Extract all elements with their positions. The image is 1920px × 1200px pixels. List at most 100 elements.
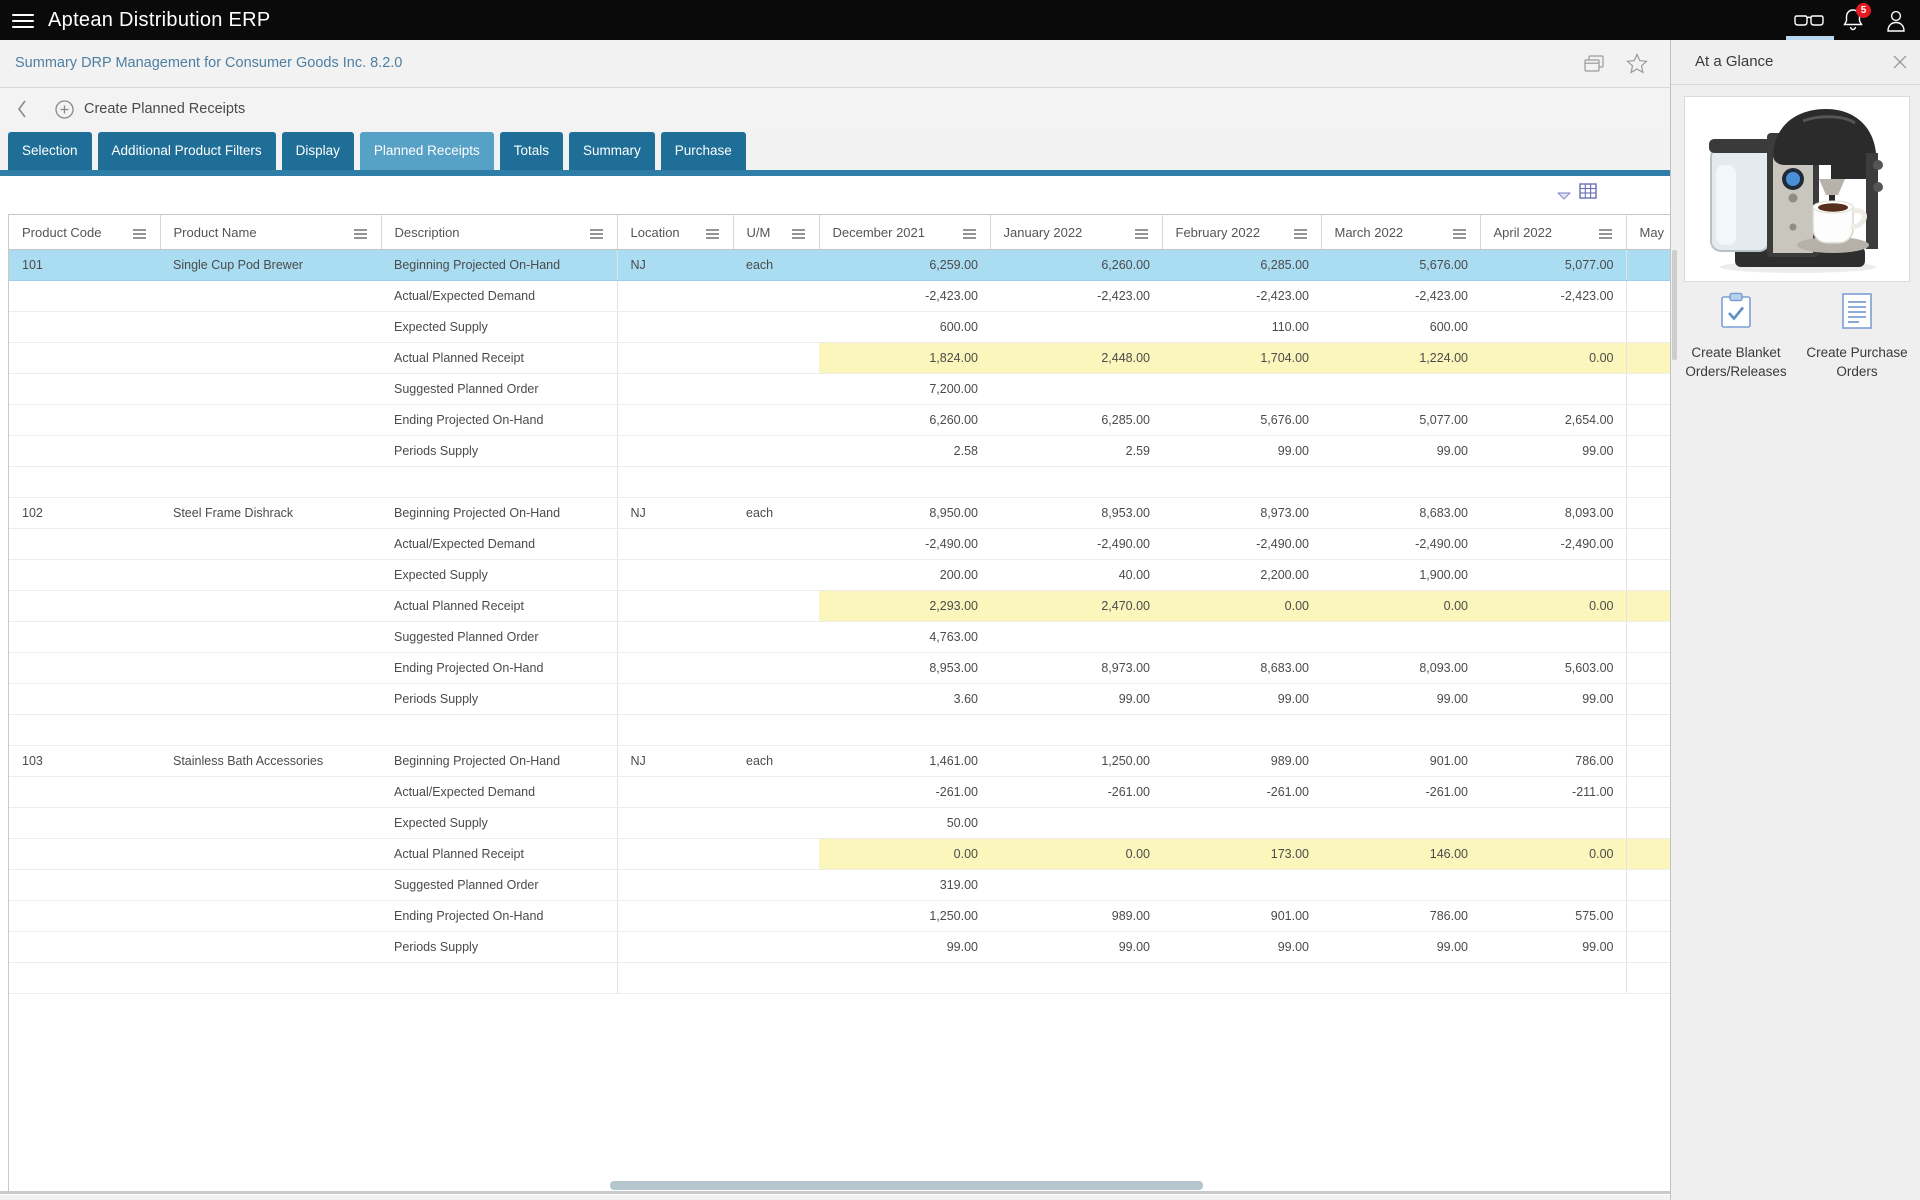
horizontal-scrollbar-track[interactable] bbox=[0, 1191, 1670, 1194]
cell-month-value: 600.00 bbox=[819, 311, 990, 343]
table-row[interactable]: Ending Projected On-Hand 1,250.00 989.00 90… bbox=[9, 900, 1670, 932]
cell-month-value bbox=[1480, 869, 1626, 901]
table-row[interactable]: Periods Supply 3.60 99.00 99.00 99.00 99.00 bbox=[9, 683, 1670, 715]
tab-additional-product-filters[interactable]: Additional Product Filters bbox=[97, 132, 276, 170]
cell-month-value: 99.00 bbox=[1480, 931, 1626, 963]
table-row[interactable]: Ending Projected On-Hand 6,260.00 6,285.00… bbox=[9, 404, 1670, 436]
tab-summary[interactable]: Summary bbox=[569, 132, 655, 170]
column-header-product-name[interactable]: Product Name bbox=[160, 214, 382, 250]
column-chooser-icon[interactable] bbox=[1579, 183, 1597, 204]
favorite-star-icon[interactable] bbox=[1626, 53, 1648, 79]
back-chevron-icon[interactable] bbox=[16, 99, 28, 124]
cell-description: Periods Supply bbox=[381, 931, 618, 963]
close-icon[interactable] bbox=[1892, 54, 1908, 75]
table-row[interactable]: Actual/Expected Demand -261.00 -261.00 -261… bbox=[9, 776, 1670, 808]
cell-month-value: -2,490.00 bbox=[1321, 528, 1480, 560]
table-row[interactable]: Expected Supply 50.00 bbox=[9, 807, 1670, 839]
table-row[interactable]: Expected Supply 200.00 40.00 2,200.00 1,900.… bbox=[9, 559, 1670, 591]
table-row[interactable]: 101 Single Cup Pod Brewer Beginning Projec… bbox=[9, 249, 1670, 281]
cell-empty bbox=[819, 466, 990, 498]
table-row[interactable]: Suggested Planned Order 319.00 bbox=[9, 869, 1670, 901]
column-header-december-2021[interactable]: December 2021 bbox=[819, 214, 991, 250]
table-row[interactable]: Suggested Planned Order 7,200.00 bbox=[9, 373, 1670, 405]
cell-product-name bbox=[160, 435, 381, 467]
cell-month-value: -261.00 bbox=[990, 776, 1162, 808]
create-purchase-orders-button[interactable]: Create Purchase Orders bbox=[1799, 292, 1915, 381]
table-row[interactable]: Actual/Expected Demand -2,490.00 -2,490.00… bbox=[9, 528, 1670, 560]
column-menu-icon[interactable] bbox=[132, 227, 146, 242]
collapse-chevron-icon[interactable] bbox=[1556, 188, 1572, 206]
page-title-link[interactable]: Summary DRP Management for Consumer Good… bbox=[15, 40, 402, 87]
table-row[interactable]: Periods Supply 2.58 2.59 99.00 99.00 99.00 bbox=[9, 435, 1670, 467]
glasses-icon[interactable] bbox=[1794, 13, 1824, 34]
horizontal-scrollbar-thumb[interactable] bbox=[610, 1181, 1203, 1190]
table-row[interactable]: 103 Stainless Bath Accessories Beginning P… bbox=[9, 745, 1670, 777]
cell-description: Suggested Planned Order bbox=[381, 373, 618, 405]
table-row[interactable]: Actual Planned Receipt 1,824.00 2,448.00 1,… bbox=[9, 342, 1670, 374]
column-header-location[interactable]: Location bbox=[617, 214, 734, 250]
cell-empty bbox=[1480, 466, 1626, 498]
tab-selection[interactable]: Selection bbox=[8, 132, 92, 170]
cell-month-value: 989.00 bbox=[990, 900, 1162, 932]
tab-display[interactable]: Display bbox=[281, 132, 354, 170]
column-header-product-code[interactable]: Product Code bbox=[9, 214, 161, 250]
table-row[interactable]: Periods Supply 99.00 99.00 99.00 99.00 99.00 bbox=[9, 931, 1670, 963]
cell-empty bbox=[1625, 962, 1670, 994]
table-row[interactable]: Actual Planned Receipt 0.00 0.00 173.00 146.… bbox=[9, 838, 1670, 870]
table-row[interactable]: Expected Supply 600.00 110.00 600.00 bbox=[9, 311, 1670, 343]
cell-month-value: 8,950.00 bbox=[819, 497, 990, 529]
table-row[interactable]: Actual/Expected Demand -2,423.00 -2,423.00… bbox=[9, 280, 1670, 312]
cell-month-value bbox=[1625, 652, 1670, 684]
cell-month-value: 5,603.00 bbox=[1480, 652, 1626, 684]
cell-description: Ending Projected On-Hand bbox=[381, 404, 618, 436]
breadcrumb: Create Planned Receipts bbox=[0, 88, 1670, 131]
column-header-may[interactable]: May bbox=[1626, 214, 1670, 250]
column-menu-icon[interactable] bbox=[1452, 227, 1466, 242]
column-menu-icon[interactable] bbox=[705, 227, 719, 242]
cell-month-value bbox=[1321, 621, 1480, 653]
cell-month-value: 786.00 bbox=[1480, 745, 1626, 777]
cell-month-value: 40.00 bbox=[990, 559, 1162, 591]
table-row[interactable]: Ending Projected On-Hand 8,953.00 8,973.00… bbox=[9, 652, 1670, 684]
table-row[interactable]: Suggested Planned Order 4,763.00 bbox=[9, 621, 1670, 653]
column-menu-icon[interactable] bbox=[1598, 227, 1612, 242]
column-menu-icon[interactable] bbox=[791, 227, 805, 242]
column-menu-icon[interactable] bbox=[962, 227, 976, 242]
table-row[interactable]: Actual Planned Receipt 2,293.00 2,470.00 0.… bbox=[9, 590, 1670, 622]
column-header-april-2022[interactable]: April 2022 bbox=[1480, 214, 1627, 250]
cell-description: Actual Planned Receipt bbox=[381, 590, 618, 622]
cell-empty bbox=[1162, 466, 1321, 498]
cell-product-code bbox=[9, 373, 160, 405]
create-blanket-orders-button[interactable]: Create Blanket Orders/Releases bbox=[1677, 292, 1795, 381]
cell-product-name bbox=[160, 807, 381, 839]
column-header-description[interactable]: Description bbox=[381, 214, 618, 250]
menu-icon[interactable] bbox=[12, 10, 34, 30]
cell-month-value: -261.00 bbox=[819, 776, 990, 808]
tab-planned-receipts[interactable]: Planned Receipts bbox=[359, 132, 494, 170]
user-icon[interactable] bbox=[1884, 8, 1908, 39]
cell-uom bbox=[733, 931, 819, 963]
column-menu-icon[interactable] bbox=[1293, 227, 1307, 242]
column-menu-icon[interactable] bbox=[353, 227, 367, 242]
tab-totals[interactable]: Totals bbox=[499, 132, 563, 170]
open-windows-icon[interactable] bbox=[1584, 55, 1604, 78]
cell-month-value: 1,824.00 bbox=[819, 342, 990, 374]
tab-purchase[interactable]: Purchase bbox=[660, 132, 746, 170]
column-header-march-2022[interactable]: March 2022 bbox=[1321, 214, 1481, 250]
cell-location bbox=[617, 652, 733, 684]
cell-description: Ending Projected On-Hand bbox=[381, 652, 618, 684]
circle-plus-icon bbox=[54, 99, 75, 125]
column-menu-icon[interactable] bbox=[589, 227, 603, 242]
cell-month-value: 99.00 bbox=[1162, 683, 1321, 715]
cell-location: NJ bbox=[617, 249, 733, 281]
column-header-january-2022[interactable]: January 2022 bbox=[990, 214, 1163, 250]
column-header-february-2022[interactable]: February 2022 bbox=[1162, 214, 1322, 250]
cell-empty bbox=[617, 466, 733, 498]
table-row[interactable]: 102 Steel Frame Dishrack Beginning Project… bbox=[9, 497, 1670, 529]
column-menu-icon[interactable] bbox=[1134, 227, 1148, 242]
column-label: Product Name bbox=[173, 224, 257, 240]
cell-month-value bbox=[1625, 559, 1670, 591]
cell-month-value: 5,077.00 bbox=[1321, 404, 1480, 436]
column-header-u-m[interactable]: U/M bbox=[733, 214, 820, 250]
cell-month-value bbox=[1625, 435, 1670, 467]
